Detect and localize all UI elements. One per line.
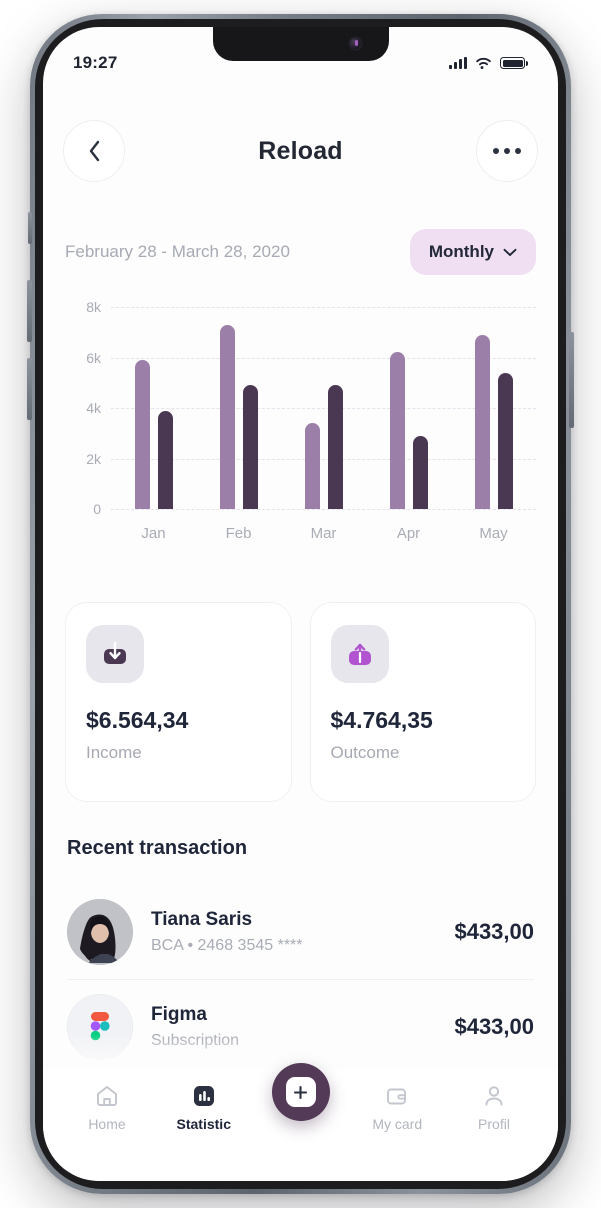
back-button[interactable] <box>63 120 125 182</box>
chart-y-tick: 2k <box>86 450 101 467</box>
outcome-icon-wrap <box>330 625 389 683</box>
outcome-card[interactable]: $4.764,35 Outcome <box>309 602 536 802</box>
page-title: Reload <box>258 136 343 165</box>
chart-y-tick: 8k <box>86 299 101 315</box>
summary-cards: $6.564,34 Income $4.764,35 Outcome <box>65 602 536 802</box>
chart-bar[interactable] <box>134 360 150 509</box>
outcome-label: Outcome <box>330 743 400 762</box>
transaction-name: Tiana Saris <box>151 909 253 930</box>
chevron-down-icon <box>503 248 517 256</box>
more-horizontal-icon <box>493 148 521 154</box>
more-options-button[interactable] <box>476 120 538 182</box>
chart-bar[interactable] <box>389 352 405 509</box>
tab-statistic-label: Statistic <box>176 1116 231 1132</box>
chart-x-tick: Feb <box>225 525 252 542</box>
volume-up-button[interactable] <box>27 280 32 342</box>
transaction-list: Tiana Saris BCA • 2468 3545 **** $433,00 Fi… <box>67 885 534 1074</box>
chart-bar[interactable] <box>474 334 490 509</box>
wallet-icon <box>387 1088 407 1105</box>
person-photo-avatar <box>67 899 133 965</box>
transaction-name: Figma <box>151 1004 207 1025</box>
chart-bar-group[interactable] <box>281 307 366 509</box>
chart-bars <box>111 307 536 509</box>
chart-bar-group[interactable] <box>196 307 281 509</box>
transaction-avatar <box>67 899 133 965</box>
upload-arrow-icon <box>348 643 371 665</box>
period-value: Monthly <box>428 242 494 261</box>
app-header: Reload <box>43 113 558 189</box>
screenshot-root: 19:27 Reload February 28 - March 28, 202… <box>0 0 601 1208</box>
chart-bar[interactable] <box>219 324 235 509</box>
income-card[interactable]: $6.564,34 Income <box>65 602 292 802</box>
add-transaction-button[interactable] <box>271 1063 330 1121</box>
transaction-subtitle: Subscription <box>151 1032 240 1049</box>
chart-bar[interactable] <box>327 385 343 509</box>
chart-bar[interactable] <box>242 385 258 509</box>
chart-bar[interactable] <box>497 372 513 509</box>
person-icon <box>485 1086 503 1106</box>
chevron-left-icon <box>89 140 99 162</box>
chart-bar-group[interactable] <box>451 307 536 509</box>
date-range-label: February 28 - March 28, 2020 <box>65 242 290 261</box>
chart-x-axis: Jan Feb Mar Apr May <box>111 525 536 542</box>
chart-y-axis: 8k 6k 4k 2k 0 <box>65 299 109 517</box>
notch <box>212 27 389 61</box>
phone-screen: 19:27 Reload February 28 - March 28, 202… <box>43 27 558 1181</box>
chart-y-tick: 6k <box>86 349 101 366</box>
cellular-signal-icon <box>449 57 467 69</box>
battery-tip <box>526 60 528 66</box>
bottom-navigation: Home Statistic My card Profil <box>43 1063 558 1181</box>
period-dropdown[interactable]: Monthly <box>409 229 536 275</box>
transaction-amount: $433,00 <box>454 919 534 944</box>
tab-profil-label: Profil <box>478 1116 510 1132</box>
transaction-info: Tiana Saris BCA • 2468 3545 **** <box>151 909 454 955</box>
statistics-bar-chart[interactable]: 8k 6k 4k 2k 0 Jan Feb Mar Apr May <box>65 299 536 564</box>
income-amount: $6.564,34 <box>86 707 189 733</box>
plus-icon <box>293 1085 308 1099</box>
chart-bar[interactable] <box>304 423 320 509</box>
home-icon <box>97 1086 117 1106</box>
figma-logo-icon <box>67 994 133 1060</box>
tab-statistic[interactable]: Statistic <box>166 1083 242 1132</box>
transaction-amount: $433,00 <box>454 1014 534 1039</box>
filter-row: February 28 - March 28, 2020 Monthly <box>43 217 558 287</box>
status-time: 19:27 <box>73 53 118 72</box>
chart-gridline <box>111 509 536 510</box>
status-icons <box>449 56 528 70</box>
chart-x-tick: Jan <box>141 525 166 542</box>
download-arrow-icon <box>104 641 126 664</box>
chart-bar[interactable] <box>157 410 173 509</box>
chart-bar-group[interactable] <box>366 307 451 509</box>
volume-down-button[interactable] <box>27 358 32 420</box>
fab-inner <box>285 1077 316 1107</box>
chart-y-tick: 4k <box>86 400 101 416</box>
chart-y-tick: 0 <box>93 501 101 517</box>
transaction-avatar <box>67 994 133 1060</box>
tab-my-card[interactable]: My card <box>359 1083 435 1132</box>
chart-x-tick: Mar <box>310 525 337 542</box>
chart-x-tick: May <box>479 525 508 542</box>
chart-x-tick: Apr <box>396 525 421 542</box>
transaction-row[interactable]: Figma Subscription $433,00 <box>67 979 534 1074</box>
front-camera-icon <box>349 38 361 49</box>
power-button[interactable] <box>569 332 574 428</box>
tab-home[interactable]: Home <box>69 1083 145 1132</box>
income-label: Income <box>86 743 142 762</box>
tab-home-label: Home <box>88 1116 126 1132</box>
tab-my-card-label: My card <box>372 1116 423 1132</box>
bar-chart-icon <box>193 1086 214 1106</box>
battery-icon <box>500 57 525 69</box>
transaction-subtitle: BCA • 2468 3545 **** <box>151 937 303 954</box>
recent-transaction-title: Recent transaction <box>67 837 248 859</box>
phone-frame: 19:27 Reload February 28 - March 28, 202… <box>27 14 574 1194</box>
wifi-icon <box>476 57 491 70</box>
transaction-info: Figma Subscription <box>151 1004 454 1050</box>
transaction-row[interactable]: Tiana Saris BCA • 2468 3545 **** $433,00 <box>67 885 534 979</box>
mute-switch[interactable] <box>28 212 32 244</box>
outcome-amount: $4.764,35 <box>330 707 433 733</box>
tab-profil[interactable]: Profil <box>456 1083 532 1132</box>
income-icon-wrap <box>86 625 144 683</box>
chart-bar[interactable] <box>412 435 428 509</box>
chart-bar-group[interactable] <box>111 307 196 509</box>
